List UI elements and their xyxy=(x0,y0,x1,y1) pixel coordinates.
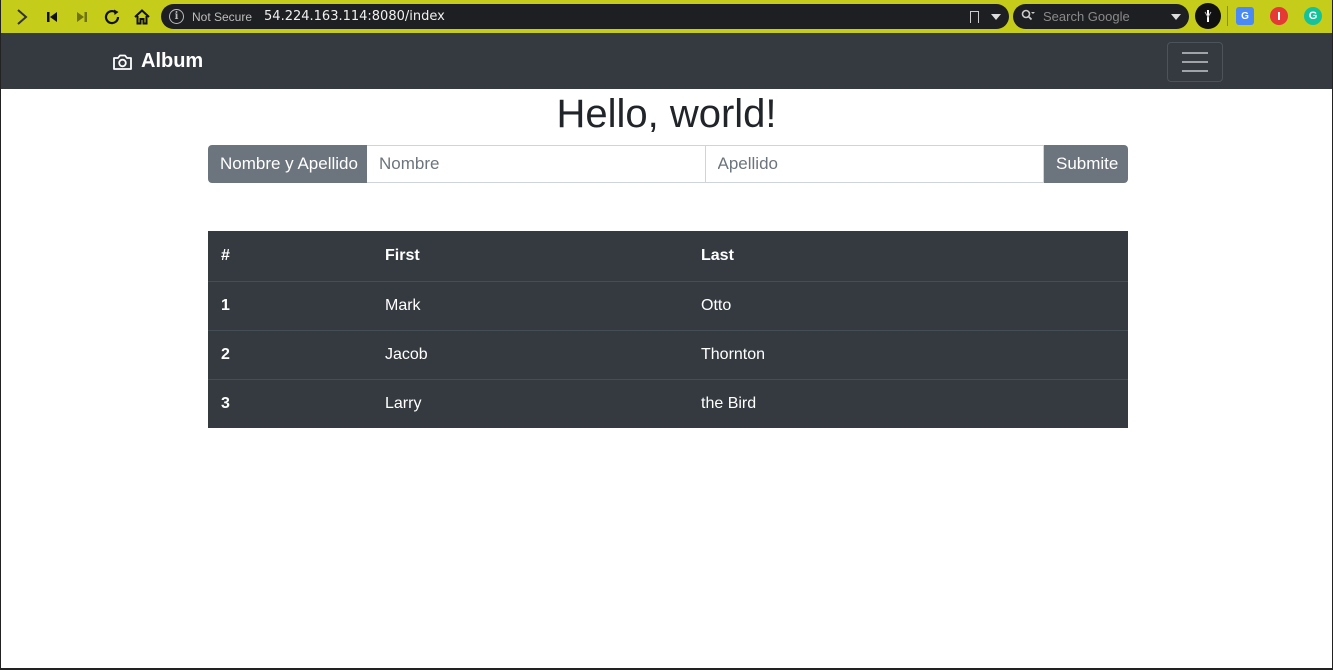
rewind-icon[interactable] xyxy=(39,4,65,30)
home-icon[interactable] xyxy=(129,4,155,30)
page-title: Hello, world! xyxy=(556,92,777,136)
hamburger-line xyxy=(1182,52,1208,54)
adblock-extension-icon[interactable] xyxy=(1270,7,1288,25)
name-form: Nombre y Apellido Submite xyxy=(208,145,1128,183)
address-bar[interactable]: i Not Secure 54.224.163.114:8080/index xyxy=(161,4,1009,29)
navbar-brand[interactable]: Album xyxy=(112,50,203,73)
first-name-cell: Mark xyxy=(372,280,688,330)
table-row: 2 Jacob Thornton xyxy=(208,329,1128,379)
last-name-cell: the Bird xyxy=(688,378,1128,428)
navbar-toggler-button[interactable] xyxy=(1167,42,1223,82)
hamburger-line xyxy=(1182,61,1208,63)
last-name-cell: Thornton xyxy=(688,329,1128,379)
navbar: Album xyxy=(1,33,1332,89)
translate-extension-icon[interactable]: G xyxy=(1236,7,1254,25)
last-name-cell: Otto xyxy=(688,280,1128,330)
row-number: 3 xyxy=(208,378,372,428)
last-name-input[interactable] xyxy=(705,145,1044,183)
forward-arrow-icon[interactable] xyxy=(9,4,35,30)
first-name-cell: Jacob xyxy=(372,329,688,379)
search-engine-dropdown-icon[interactable] xyxy=(1171,13,1181,20)
row-number: 2 xyxy=(208,329,372,379)
toolbar-divider xyxy=(1227,6,1228,26)
profile-avatar-icon[interactable] xyxy=(1195,3,1221,29)
submit-button[interactable]: Submite xyxy=(1044,145,1128,183)
search-placeholder: Search Google xyxy=(1043,9,1130,24)
hamburger-line xyxy=(1182,70,1208,72)
brand-label: Album xyxy=(141,50,204,72)
grammarly-extension-icon[interactable]: G xyxy=(1304,7,1322,25)
bookmark-icon[interactable] xyxy=(970,10,979,24)
search-icon xyxy=(1021,9,1035,24)
first-name-input[interactable] xyxy=(367,145,706,183)
table-row: 1 Mark Otto xyxy=(208,280,1128,330)
camera-icon xyxy=(113,54,132,70)
info-icon[interactable]: i xyxy=(169,9,184,24)
browser-toolbar: i Not Secure 54.224.163.114:8080/index S… xyxy=(1,0,1332,33)
first-name-cell: Larry xyxy=(372,378,688,428)
form-label: Nombre y Apellido xyxy=(208,145,367,183)
table-header-row: # First Last xyxy=(208,231,1128,282)
browser-search-box[interactable]: Search Google xyxy=(1013,4,1189,29)
reload-icon[interactable] xyxy=(99,4,125,30)
table-row: 3 Larry the Bird xyxy=(208,378,1128,428)
fast-forward-icon[interactable] xyxy=(69,4,95,30)
security-label: Not Secure xyxy=(192,9,253,24)
chevron-down-icon[interactable] xyxy=(991,13,1001,20)
names-table: # First Last 1 Mark Otto 2 Jacob Thornto… xyxy=(208,231,1128,428)
column-header-first: First xyxy=(372,231,688,282)
column-header-number: # xyxy=(208,231,372,282)
row-number: 1 xyxy=(208,280,372,330)
column-header-last: Last xyxy=(688,231,1128,282)
url-text[interactable]: 54.224.163.114:8080/index xyxy=(264,9,445,24)
